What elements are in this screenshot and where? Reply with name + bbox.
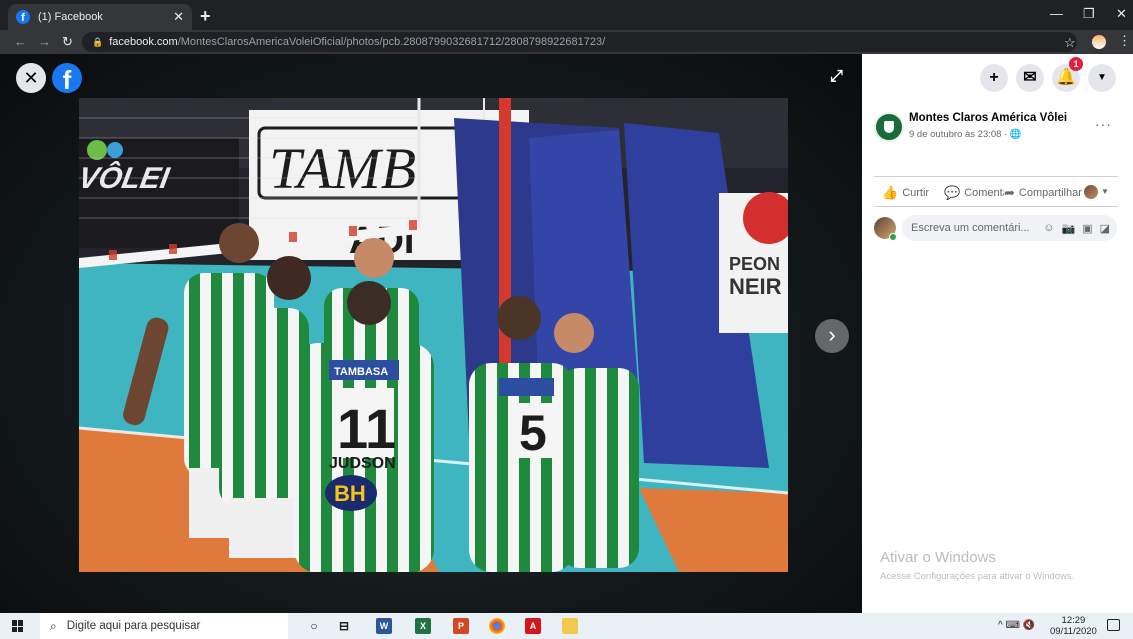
emoji-icon[interactable]: ☺ [1043,222,1054,234]
next-photo-button[interactable]: › [815,319,849,353]
banner-tambasa-text: TAMB [269,136,416,201]
powerpoint-icon[interactable]: P [453,618,469,634]
search-icon: ⌕ [50,618,57,633]
share-label: Compartilhar [1018,187,1082,199]
create-button[interactable]: + [980,64,1008,92]
thumbs-up-icon: 👍 [882,185,899,200]
reaction-profile-avatar[interactable] [1084,185,1098,199]
camera-icon[interactable]: 📷 [1061,222,1075,235]
banner-mineiro-text: NEIR [729,274,782,299]
browser-tab-strip: f (1) Facebook ✕ + — ❐ ✕ [0,0,1133,30]
url-path: /MontesClarosAmericaVoleiOficial/photos/… [177,36,606,48]
jersey-sponsor-text: TAMBASA [334,366,388,378]
profile-avatar[interactable] [1092,35,1106,49]
comment-placeholder: Escreva um comentári... [911,222,1030,234]
windows-activation-title: Ativar o Windows [880,549,996,566]
new-tab-button[interactable]: + [200,6,211,27]
messenger-icon[interactable]: ✉ [1016,64,1044,92]
task-view-icon[interactable]: ⊟ [336,618,352,634]
post-options-button[interactable]: ··· [1095,116,1112,132]
post-timestamp[interactable]: 9 de outubro às 23:08 · 🌐 [909,129,1022,140]
clock-date: 09/11/2020 [1050,626,1097,637]
facebook-favicon-icon: f [16,10,30,24]
cortana-icon[interactable]: ○ [306,618,322,634]
browser-menu-icon[interactable]: ⋮ [1118,33,1131,49]
chrome-icon[interactable] [489,618,505,634]
facebook-logo-icon[interactable]: f [52,63,82,93]
post-side-panel: + ✉ 🔔 ▼ Montes Claros América Vôlei 9 de… [862,54,1133,613]
restore-window-icon[interactable]: ❐ [1083,6,1095,22]
address-bar[interactable]: 🔒 facebook.com /MontesClarosAmericaVolei… [82,32,1077,52]
taskbar-search-input[interactable]: ⌕ Digite aqui para pesquisar [40,613,288,639]
browser-tab-facebook[interactable]: f (1) Facebook ✕ [8,4,192,30]
gif-icon[interactable]: ▣ [1082,222,1092,235]
like-button[interactable]: 👍 Curtir [882,185,929,201]
reaction-chevron-down-icon[interactable]: ▼ [1101,187,1109,196]
online-status-dot [889,233,897,241]
url-host: facebook.com [109,36,178,48]
minimize-window-icon[interactable]: — [1050,6,1063,21]
jersey-number-11: 11 [337,397,396,460]
comment-input[interactable]: Escreva um comentári... ☺ 📷 ▣ ◪ [902,215,1117,241]
action-center-icon[interactable] [1107,619,1120,631]
page-name[interactable]: Montes Claros América Vôlei [909,112,1067,124]
comment-button[interactable]: 💬 Comentar [944,185,1004,201]
taskbar-search-placeholder: Digite aqui para pesquisar [66,620,201,632]
file-explorer-icon[interactable] [562,618,578,634]
expand-icon[interactable]: ⤢ [830,68,843,86]
jersey-number-5: 5 [519,405,547,461]
reload-icon[interactable]: ↻ [62,34,73,50]
notification-count-badge: 1 [1069,57,1083,71]
divider [874,176,1118,177]
account-menu-chevron-icon[interactable]: ▼ [1088,64,1116,92]
excel-icon[interactable]: X [415,618,431,634]
windows-activation-subtitle: Acesse Configurações para ativar o Windo… [880,571,1075,582]
share-arrow-icon: ➦ [1004,185,1015,200]
tab-title: (1) Facebook [38,11,103,23]
post-photo: VÔLEI TAMB ADI [79,98,788,572]
windows-taskbar: ⌕ Digite aqui para pesquisar ○ ⊟ W X P A… [0,613,1133,639]
taskbar-clock[interactable]: 12:29 09/11/2020 [1050,615,1097,637]
bookmark-star-icon[interactable]: ☆ [1064,35,1076,51]
back-arrow-icon[interactable]: ← [14,34,27,49]
divider [874,206,1118,207]
comment-label: Comentar [964,187,1004,199]
volleyball-team-photo: VÔLEI TAMB ADI [79,98,788,572]
word-icon[interactable]: W [376,618,392,634]
page-avatar[interactable] [874,112,904,142]
browser-toolbar: ← → ↻ 🔒 facebook.com /MontesClarosAmeric… [0,30,1133,54]
close-viewer-button[interactable]: ✕ [16,63,46,93]
tab-close-icon[interactable]: ✕ [173,9,184,25]
acrobat-icon[interactable]: A [525,618,541,634]
like-label: Curtir [902,187,930,199]
sticker-icon[interactable]: ◪ [1100,222,1110,235]
lock-icon: 🔒 [92,36,104,47]
club-shield-icon [884,121,894,133]
banner-campeonato-text: PEON [729,254,780,274]
jersey-name-judson: JUDSON [329,455,396,472]
system-tray[interactable]: ^ ⌨ 🔇 [998,620,1035,631]
clock-time: 12:29 [1061,615,1086,626]
forward-arrow-icon[interactable]: → [38,34,51,49]
close-window-icon[interactable]: ✕ [1116,6,1127,22]
comment-bubble-icon: 💬 [944,185,961,200]
photo-viewer: ✕ f ⤢ VÔLEI TAMB ADI [0,54,862,613]
jersey-bh-logo: BH [334,481,366,506]
windows-start-icon[interactable] [12,620,24,632]
share-button[interactable]: ➦ Compartilhar [1004,185,1082,201]
